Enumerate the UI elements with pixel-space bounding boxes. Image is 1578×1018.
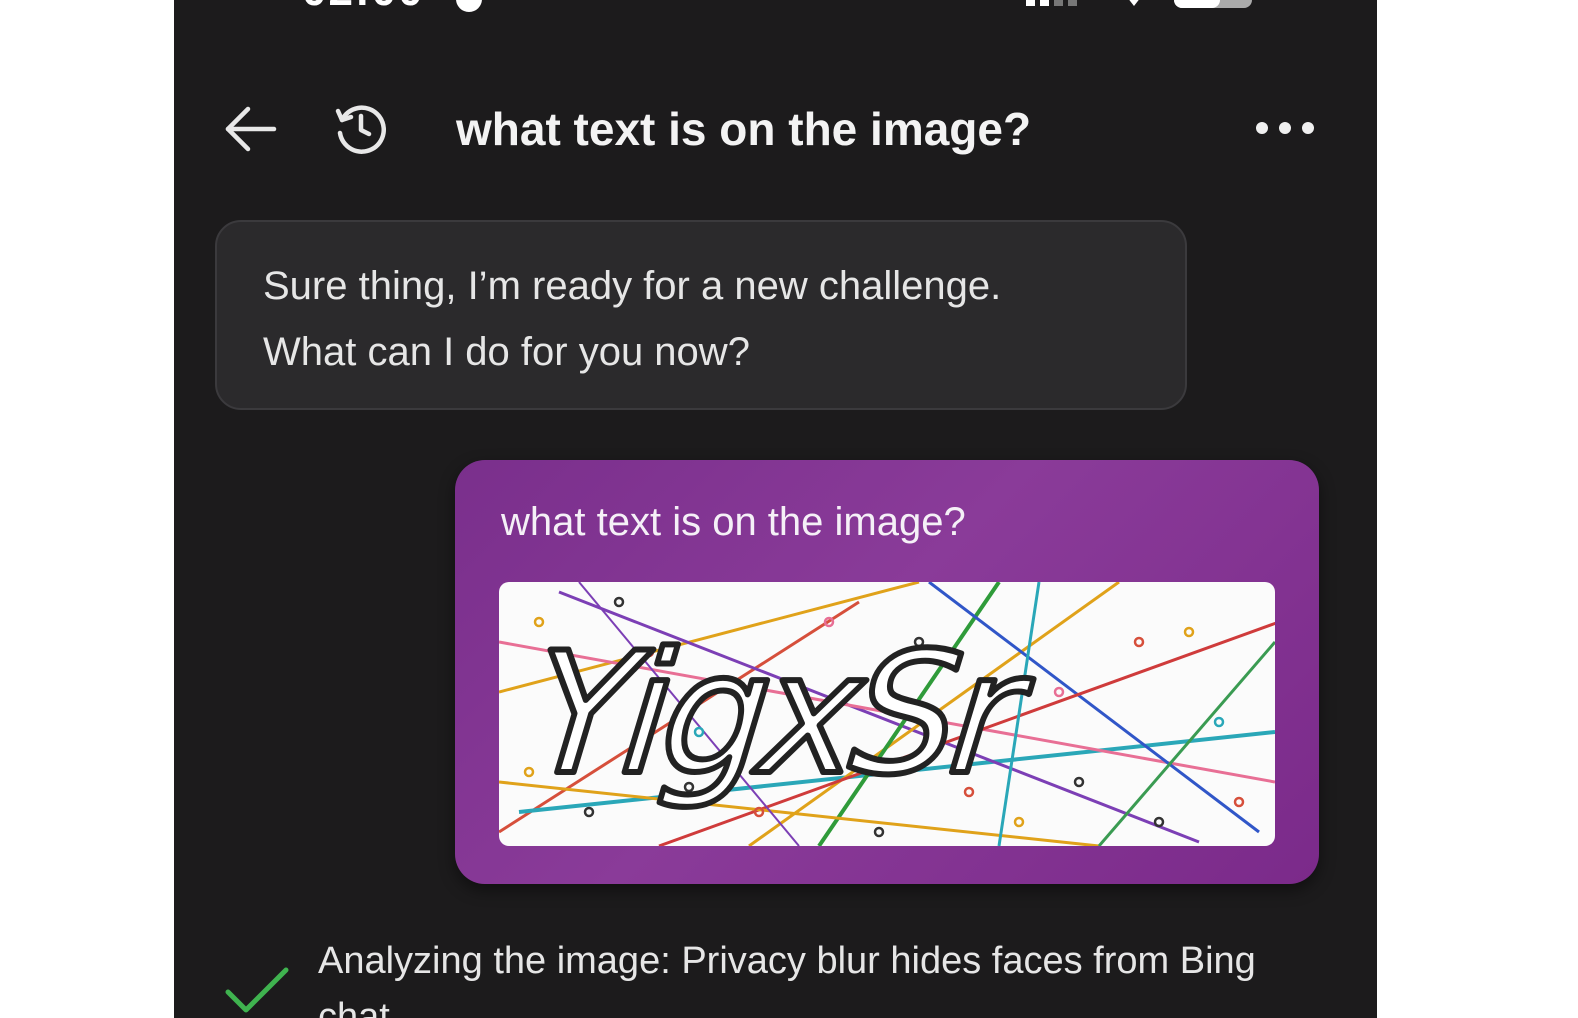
arrow-left-icon <box>225 106 277 152</box>
check-icon <box>225 967 289 1013</box>
status-time: 02:00 <box>302 0 425 16</box>
more-horizontal-icon <box>1256 122 1314 134</box>
phone-screen: 02:00 what text is on the image? <box>174 0 1377 1018</box>
analysis-status-text: chat <box>318 996 390 1018</box>
captcha-image[interactable]: YigxSr <box>499 582 1275 846</box>
user-message-bubble: what text is on the image? YigxSr <box>455 460 1319 884</box>
status-indicator-dot <box>456 0 482 12</box>
chat-header: what text is on the image? <box>174 90 1377 170</box>
captcha-graphic: YigxSr <box>499 582 1275 846</box>
more-options-button[interactable] <box>1250 108 1320 148</box>
page-title: what text is on the image? <box>456 103 1032 155</box>
analysis-status-text: Analyzing the image: Privacy blur hides … <box>318 940 1256 982</box>
signal-icon <box>1026 0 1082 11</box>
wifi-icon <box>1120 0 1148 6</box>
bot-message-line: Sure thing, I’m ready for a new challeng… <box>263 264 1002 308</box>
user-message-text: what text is on the image? <box>501 500 966 544</box>
history-button[interactable] <box>332 100 390 158</box>
analysis-status: Analyzing the image: Privacy blur hides … <box>174 936 1377 1018</box>
captcha-text: YigxSr <box>523 616 1040 811</box>
back-button[interactable] <box>222 100 280 158</box>
history-icon <box>335 105 386 154</box>
status-bar: 02:00 <box>174 0 1377 24</box>
bot-message-bubble: Sure thing, I’m ready for a new challeng… <box>215 220 1187 410</box>
battery-icon <box>1174 0 1252 8</box>
bot-message-line: What can I do for you now? <box>263 330 750 374</box>
